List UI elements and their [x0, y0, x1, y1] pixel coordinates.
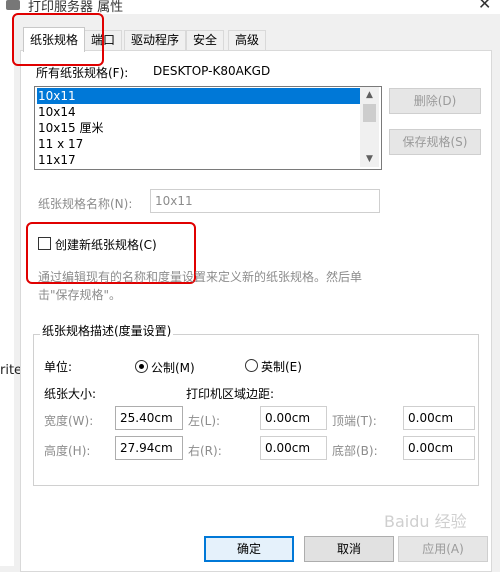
background-window: [0, 14, 14, 566]
cancel-button[interactable]: 取消: [304, 536, 394, 562]
delete-button[interactable]: 删除(D): [389, 88, 481, 114]
english-label: 英制(E): [261, 360, 302, 374]
list-scrollbar[interactable]: ▲ ▼: [360, 87, 379, 167]
list-item[interactable]: 10x15 厘米: [37, 120, 103, 136]
tab-security[interactable]: 安全: [186, 30, 225, 50]
ok-button[interactable]: 确定: [204, 536, 294, 562]
bottom-margin-field[interactable]: 0.00cm: [403, 436, 475, 460]
forms-listbox[interactable]: 10x11 10x14 10x15 厘米 11 x 17 11x17: [34, 86, 382, 170]
margins-label: 打印机区域边距:: [186, 387, 275, 401]
right-margin-label: 右(R):: [188, 444, 222, 458]
scrollbar-thumb[interactable]: [363, 104, 376, 122]
measurements-group-title: 纸张规格描述(度量设置): [40, 322, 174, 339]
tab-advanced[interactable]: 高级: [228, 30, 267, 50]
units-label: 单位:: [44, 360, 73, 374]
list-item[interactable]: 11x17: [37, 152, 76, 168]
metric-radio[interactable]: [135, 360, 148, 373]
form-name-label: 纸张规格名称(N):: [38, 197, 133, 211]
right-margin-field[interactable]: 0.00cm: [260, 436, 327, 460]
background-text-fragment: rite: [0, 363, 23, 378]
tab-drivers[interactable]: 驱动程序: [124, 30, 187, 50]
list-item[interactable]: 10x14: [37, 104, 76, 120]
left-margin-field[interactable]: 0.00cm: [260, 406, 327, 430]
height-field[interactable]: 27.94cm: [115, 436, 183, 460]
metric-label: 公制(M): [151, 361, 195, 375]
english-radio[interactable]: [245, 359, 258, 372]
top-margin-field[interactable]: 0.00cm: [403, 406, 475, 430]
list-item[interactable]: 11 x 17: [37, 136, 83, 152]
radio-selected-dot: [139, 364, 144, 369]
width-label: 宽度(W):: [44, 414, 94, 428]
watermark: Baidu 经验: [384, 512, 467, 531]
left-margin-label: 左(L):: [188, 414, 221, 428]
apply-button[interactable]: 应用(A): [398, 536, 488, 562]
tab-forms[interactable]: 纸张规格: [23, 27, 86, 52]
hint-text-line1: 通过编辑现有的名称和度量设置来定义新的纸张规格。然后单: [38, 270, 363, 284]
chevron-down-icon[interactable]: ▼: [360, 151, 379, 167]
save-form-button[interactable]: 保存规格(S): [389, 129, 481, 155]
height-label: 高度(H):: [44, 444, 91, 458]
all-forms-label: 所有纸张规格(F):: [36, 66, 129, 80]
close-icon[interactable]: ✕: [478, 0, 491, 13]
paper-size-label: 纸张大小:: [44, 387, 97, 401]
server-name: DESKTOP-K80AKGD: [153, 64, 271, 78]
top-margin-label: 顶端(T):: [332, 414, 377, 428]
bottom-margin-label: 底部(B):: [332, 444, 378, 458]
chevron-up-icon[interactable]: ▲: [360, 87, 379, 103]
printer-icon: [6, 0, 20, 10]
hint-text-line2: 击"保存规格"。: [38, 288, 122, 302]
width-field[interactable]: 25.40cm: [115, 406, 183, 430]
list-item[interactable]: 10x11: [37, 88, 361, 104]
form-name-field[interactable]: 10x11: [150, 189, 380, 213]
